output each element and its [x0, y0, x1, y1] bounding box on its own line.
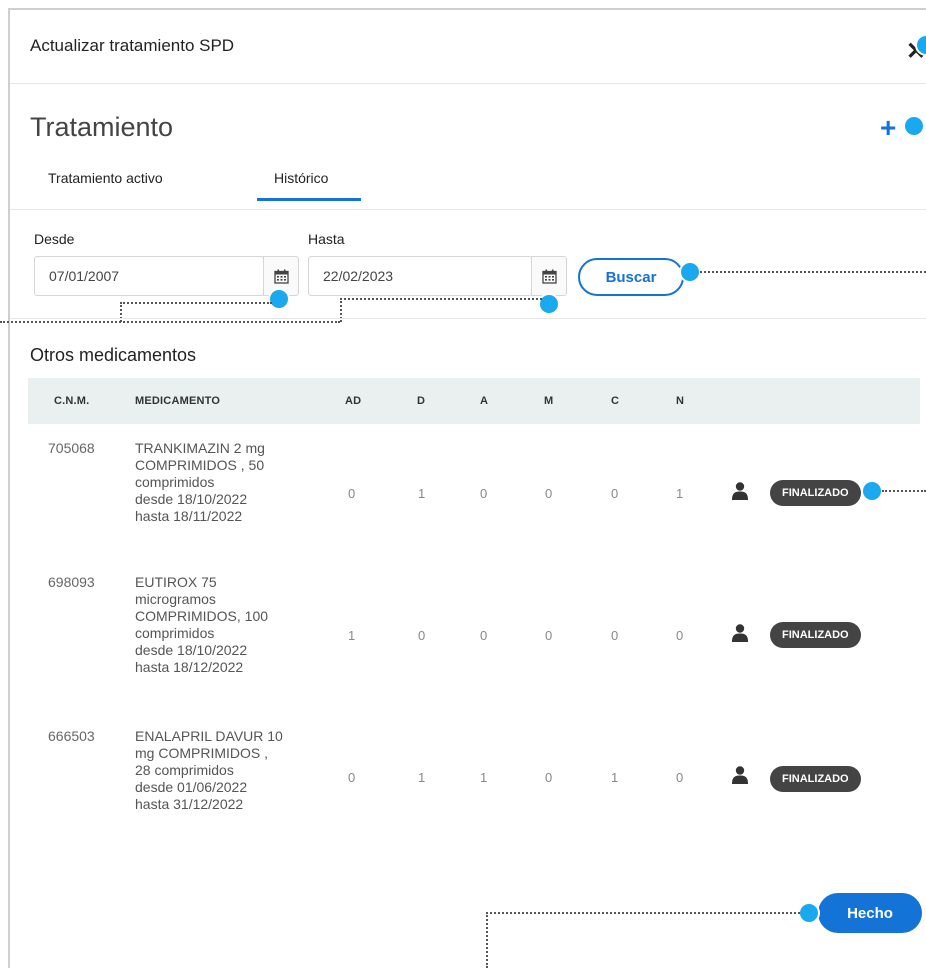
- connector-to-top: [340, 298, 542, 300]
- done-button[interactable]: Hecho: [818, 893, 922, 933]
- filters-divider: [10, 318, 926, 319]
- to-date-input[interactable]: 22/02/2023: [308, 256, 532, 296]
- col-medicamento: MEDICAMENTO: [135, 395, 221, 407]
- cell-medicamento: EUTIROX 75 microgramos COMPRIMIDOS, 100 …: [135, 574, 269, 675]
- cell-c: 0: [611, 628, 619, 643]
- cell-c: 0: [611, 486, 619, 501]
- connector-done-vertical: [486, 912, 488, 968]
- col-cnm: C.N.M.: [54, 395, 90, 407]
- table-title: Otros medicamentos: [30, 345, 197, 365]
- cell-m: 0: [545, 486, 553, 501]
- cell-n: 1: [676, 486, 684, 501]
- hotspot-to-calendar: [540, 295, 558, 313]
- modal-title: Actualizar tratamiento SPD: [30, 36, 235, 55]
- user-icon[interactable]: [732, 482, 748, 500]
- connector-from-vertical: [120, 302, 122, 322]
- cell-ad: 0: [348, 770, 356, 785]
- modal-header: Actualizar tratamiento SPD ✕: [10, 10, 926, 84]
- from-label: Desde: [34, 231, 75, 247]
- tab-historico[interactable]: Histórico: [274, 170, 328, 186]
- section-title: Tratamiento: [30, 112, 174, 142]
- status-badge: FINALIZADO: [770, 766, 861, 792]
- cell-a: 1: [480, 770, 488, 785]
- hotspot-from-calendar: [270, 290, 288, 308]
- cell-d: 1: [418, 486, 426, 501]
- status-badge: FINALIZADO: [770, 622, 861, 648]
- connector-done: [486, 912, 800, 914]
- col-d: D: [417, 395, 426, 407]
- cell-medicamento: TRANKIMAZIN 2 mg COMPRIMIDOS , 50 compri…: [135, 440, 265, 524]
- col-n: N: [676, 395, 685, 407]
- hotspot-search: [681, 263, 699, 281]
- to-label: Hasta: [308, 231, 345, 247]
- hotspot-done: [800, 904, 818, 922]
- cell-m: 0: [545, 770, 553, 785]
- cell-c: 1: [611, 770, 619, 785]
- status-badge: FINALIZADO: [770, 480, 861, 506]
- cell-cnm: 705068: [48, 440, 95, 456]
- connector-search: [700, 271, 926, 273]
- calendar-icon: [273, 269, 289, 284]
- calendar-icon: [541, 269, 557, 284]
- col-m: M: [544, 395, 554, 407]
- hotspot-add: [905, 117, 923, 135]
- table-header: C.N.M. MEDICAMENTO AD D A M C N: [28, 378, 920, 424]
- connector-status: [882, 490, 926, 492]
- user-icon[interactable]: [732, 624, 748, 642]
- col-ad: AD: [345, 395, 362, 407]
- table-row: 666503 ENALAPRIL DAVUR 10 mg COMPRIMIDOS…: [28, 728, 920, 838]
- cell-medicamento: ENALAPRIL DAVUR 10 mg COMPRIMIDOS , 28 c…: [135, 728, 283, 812]
- table-row: 705068 TRANKIMAZIN 2 mg COMPRIMIDOS , 50…: [28, 440, 920, 550]
- cell-a: 0: [480, 628, 488, 643]
- col-a: A: [480, 395, 489, 407]
- plus-icon[interactable]: +: [880, 114, 896, 142]
- user-icon[interactable]: [732, 766, 748, 784]
- cell-d: 0: [418, 628, 426, 643]
- cell-a: 0: [480, 486, 488, 501]
- tab-bar: Tratamiento activo Histórico: [10, 160, 926, 210]
- connector-from-bottom: [0, 321, 340, 323]
- cell-n: 0: [676, 628, 684, 643]
- tab-active-indicator: [257, 198, 361, 201]
- table-row: 698093 EUTIROX 75 microgramos COMPRIMIDO…: [28, 574, 920, 700]
- cell-ad: 1: [348, 628, 356, 643]
- search-button[interactable]: Buscar: [578, 258, 684, 296]
- cell-cnm: 698093: [48, 574, 95, 590]
- cell-d: 1: [418, 770, 426, 785]
- from-date-input[interactable]: 07/01/2007: [34, 256, 264, 296]
- connector-from-top: [120, 302, 272, 304]
- cell-m: 0: [545, 628, 553, 643]
- cell-cnm: 666503: [48, 728, 95, 744]
- to-calendar-button[interactable]: [531, 256, 567, 296]
- tab-tratamiento-activo[interactable]: Tratamiento activo: [48, 170, 163, 186]
- cell-n: 0: [676, 770, 684, 785]
- cell-ad: 0: [348, 486, 356, 501]
- col-c: C: [611, 395, 620, 407]
- hotspot-status: [863, 482, 881, 500]
